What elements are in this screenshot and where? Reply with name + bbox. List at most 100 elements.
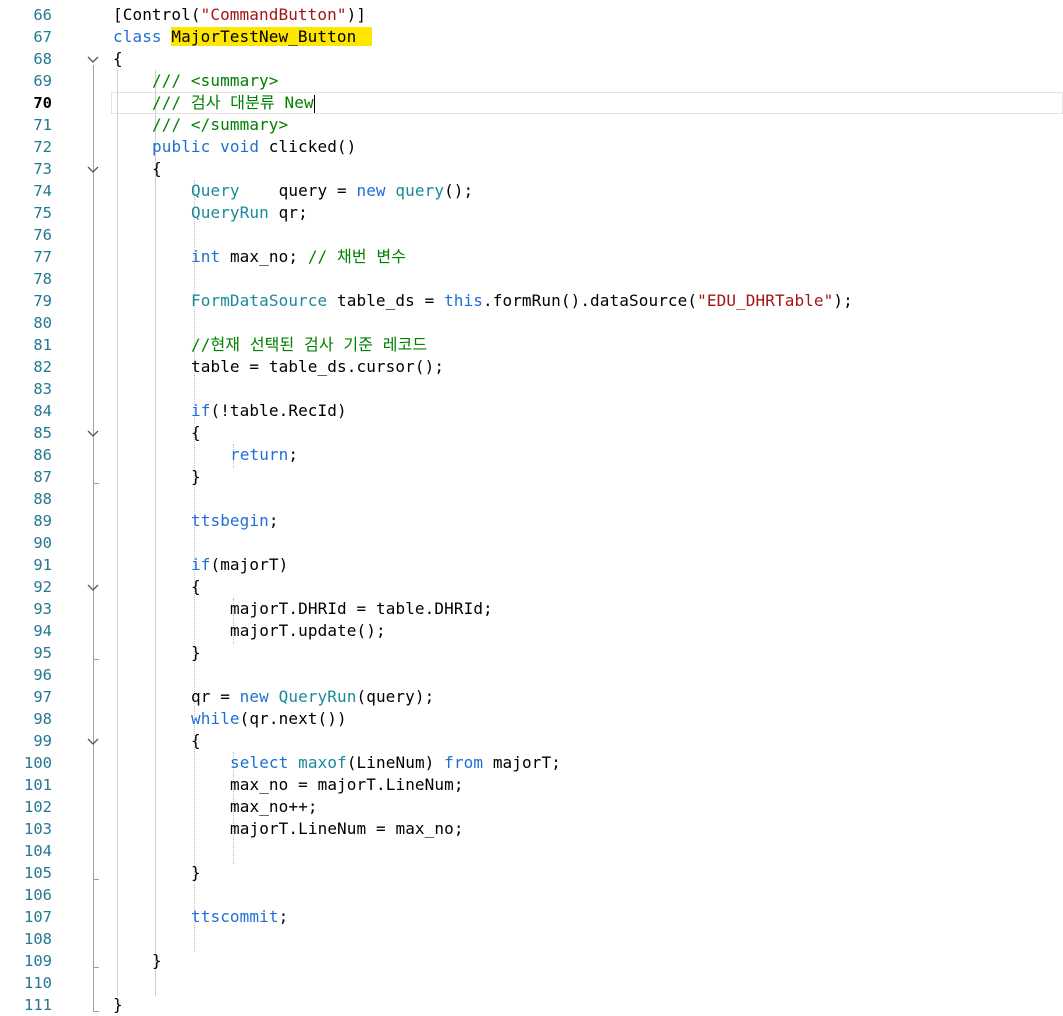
code-text[interactable]: QueryRun qr; — [191, 202, 308, 224]
code-line[interactable]: 90 — [0, 532, 1063, 554]
code-line[interactable]: 110 — [0, 972, 1063, 994]
code-token: ); — [833, 291, 853, 310]
code-line[interactable]: 93 majorT.DHRId = table.DHRId; — [0, 598, 1063, 620]
code-line[interactable]: 94 majorT.update(); — [0, 620, 1063, 642]
code-text[interactable]: class MajorTestNew_Button — [113, 26, 373, 48]
code-text[interactable]: /// <summary> — [152, 70, 279, 92]
code-token: from — [444, 753, 493, 772]
code-line[interactable]: 73 { — [0, 158, 1063, 180]
chevron-down-icon[interactable] — [86, 730, 100, 752]
code-line[interactable]: 96 — [0, 664, 1063, 686]
code-text[interactable]: } — [191, 466, 201, 488]
code-text[interactable]: [Control("CommandButton")] — [113, 4, 366, 26]
code-text[interactable]: return; — [230, 444, 298, 466]
code-text[interactable]: } — [113, 994, 123, 1016]
line-number: 106 — [24, 886, 52, 904]
code-text[interactable]: while(qr.next()) — [191, 708, 347, 730]
code-line[interactable]: 92 { — [0, 576, 1063, 598]
code-line[interactable]: 105} — [0, 862, 1063, 884]
line-number: 101 — [24, 776, 52, 794]
code-line[interactable]: 106 — [0, 884, 1063, 906]
chevron-down-icon[interactable] — [86, 48, 100, 70]
code-text[interactable]: { — [191, 422, 201, 444]
code-line[interactable]: 75 QueryRun qr; — [0, 202, 1063, 224]
code-text[interactable]: select maxof(LineNum) from majorT; — [230, 752, 561, 774]
code-text[interactable]: } — [191, 862, 201, 884]
code-token: majorT.DHRId = table.DHRId; — [230, 599, 493, 618]
line-number: 107 — [24, 908, 52, 926]
code-line[interactable]: 82 table = table_ds.cursor(); — [0, 356, 1063, 378]
code-line[interactable]: 69 /// <summary> — [0, 70, 1063, 92]
code-text[interactable]: ttsbegin; — [191, 510, 279, 532]
code-line[interactable]: 100 select maxof(LineNum) from majorT; — [0, 752, 1063, 774]
code-line[interactable]: 103 majorT.LineNum = max_no; — [0, 818, 1063, 840]
code-line[interactable]: 104 — [0, 840, 1063, 862]
code-text[interactable]: public void clicked() — [152, 136, 356, 158]
code-line[interactable]: 109} — [0, 950, 1063, 972]
code-text[interactable]: /// 검사 대분류 New — [152, 92, 315, 114]
code-line[interactable]: 81 //현재 선택된 검사 기준 레코드 — [0, 334, 1063, 356]
code-text[interactable]: { — [152, 158, 162, 180]
code-line[interactable]: 70 /// 검사 대분류 New — [0, 92, 1063, 114]
code-text[interactable]: { — [113, 48, 123, 70]
code-text[interactable]: { — [191, 576, 201, 598]
code-line[interactable]: 89 ttsbegin; — [0, 510, 1063, 532]
code-text[interactable]: if(majorT) — [191, 554, 288, 576]
code-line[interactable]: 72 public void clicked() — [0, 136, 1063, 158]
code-line[interactable]: 83 — [0, 378, 1063, 400]
code-line[interactable]: 79 FormDataSource table_ds = this.formRun… — [0, 290, 1063, 312]
code-text[interactable]: majorT.update(); — [230, 620, 386, 642]
code-line[interactable]: 85 { — [0, 422, 1063, 444]
code-text[interactable]: { — [191, 730, 201, 752]
code-line[interactable]: 86 return; — [0, 444, 1063, 466]
code-line[interactable]: 84 if(!table.RecId) — [0, 400, 1063, 422]
code-text[interactable]: ttscommit; — [191, 906, 288, 928]
code-line[interactable]: 102 max_no++; — [0, 796, 1063, 818]
line-number: 103 — [24, 820, 52, 838]
code-line[interactable]: 76 — [0, 224, 1063, 246]
chevron-down-icon[interactable] — [86, 422, 100, 444]
code-line[interactable]: 91 if(majorT) — [0, 554, 1063, 576]
code-line[interactable]: 71 /// </summary> — [0, 114, 1063, 136]
code-text[interactable]: //현재 선택된 검사 기준 레코드 — [191, 334, 427, 356]
code-text[interactable]: } — [191, 642, 201, 664]
code-line[interactable]: 107 ttscommit; — [0, 906, 1063, 928]
code-text[interactable]: max_no++; — [230, 796, 318, 818]
code-token: maxof — [298, 753, 347, 772]
code-text[interactable]: max_no = majorT.LineNum; — [230, 774, 464, 796]
chevron-down-icon[interactable] — [86, 158, 100, 180]
code-text[interactable]: int max_no; // 채번 변수 — [191, 246, 406, 268]
code-line[interactable]: 67 class MajorTestNew_Button — [0, 26, 1063, 48]
code-editor[interactable]: 66 [Control("CommandButton")] 67 class Majo… — [0, 0, 1063, 1014]
code-text[interactable]: FormDataSource table_ds = this.formRun()… — [191, 290, 853, 312]
code-line[interactable]: 77 int max_no; // 채번 변수 — [0, 246, 1063, 268]
code-line[interactable]: 101 max_no = majorT.LineNum; — [0, 774, 1063, 796]
code-line[interactable]: 108 — [0, 928, 1063, 950]
code-line[interactable]: 74 Query query = new query(); — [0, 180, 1063, 202]
code-text[interactable]: table = table_ds.cursor(); — [191, 356, 444, 378]
code-text[interactable]: majorT.LineNum = max_no; — [230, 818, 464, 840]
code-text[interactable]: qr = new QueryRun(query); — [191, 686, 434, 708]
code-text[interactable]: if(!table.RecId) — [191, 400, 347, 422]
code-text[interactable]: majorT.DHRId = table.DHRId; — [230, 598, 493, 620]
line-number: 67 — [33, 28, 52, 46]
line-number: 92 — [33, 578, 52, 596]
code-text[interactable]: } — [152, 950, 162, 972]
code-line[interactable]: 95} — [0, 642, 1063, 664]
code-text[interactable]: Query query = new query(); — [191, 180, 473, 202]
code-token: (query); — [356, 687, 435, 706]
code-token: /// <summary> — [152, 71, 279, 90]
code-line[interactable]: 97 qr = new QueryRun(query); — [0, 686, 1063, 708]
chevron-down-icon[interactable] — [86, 576, 100, 598]
code-line[interactable]: 68 { — [0, 48, 1063, 70]
code-line[interactable]: 80 — [0, 312, 1063, 334]
code-line[interactable]: 88 — [0, 488, 1063, 510]
code-line[interactable]: 78 — [0, 268, 1063, 290]
code-text[interactable]: /// </summary> — [152, 114, 288, 136]
code-line[interactable]: 66 [Control("CommandButton")] — [0, 4, 1063, 26]
code-token: select — [230, 753, 299, 772]
code-line[interactable]: 87} — [0, 466, 1063, 488]
code-line[interactable]: 111} — [0, 994, 1063, 1016]
code-line[interactable]: 98 while(qr.next()) — [0, 708, 1063, 730]
code-line[interactable]: 99 { — [0, 730, 1063, 752]
